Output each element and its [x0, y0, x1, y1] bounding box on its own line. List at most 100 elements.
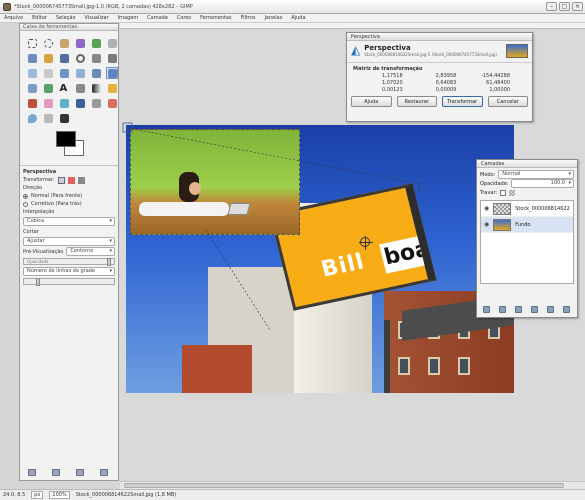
ellipse-select-tool-icon[interactable]: [42, 37, 54, 49]
move-tool-icon[interactable]: [106, 52, 118, 64]
bucket-fill-tool-icon[interactable]: [74, 82, 86, 94]
close-button[interactable]: ×: [572, 2, 583, 11]
toolbox-bottom-bar: [28, 469, 108, 476]
anchor-layer-icon[interactable]: [547, 306, 554, 313]
menu-arquivo[interactable]: Arquivo: [4, 15, 23, 21]
preview-select[interactable]: Contorno: [66, 247, 115, 256]
transform-button[interactable]: Transformar: [442, 96, 483, 107]
layer-thumbnail: [493, 202, 512, 215]
eye-icon[interactable]: ◉: [484, 205, 489, 212]
direction-normal-label: Normal (Para frente): [31, 193, 83, 199]
flip-tool-icon[interactable]: [26, 82, 38, 94]
cancel-button[interactable]: Cancelar: [487, 96, 528, 107]
minimize-button[interactable]: –: [546, 2, 557, 11]
foreground-color-swatch[interactable]: [56, 131, 76, 147]
cage-tool-icon[interactable]: [42, 82, 54, 94]
clipping-select[interactable]: Ajustar: [23, 237, 115, 246]
floating-layer-girl-laptop[interactable]: [130, 129, 300, 235]
delete-layer-icon[interactable]: [563, 306, 570, 313]
restore-options-icon[interactable]: [52, 469, 60, 476]
heal-tool-icon[interactable]: [106, 97, 118, 109]
zoom-select[interactable]: 100%: [49, 491, 70, 499]
rect-select-tool-icon[interactable]: [26, 37, 38, 49]
rotate-tool-icon[interactable]: [58, 67, 70, 79]
layer-opacity-input[interactable]: 100.0: [511, 178, 574, 188]
raise-layer-icon[interactable]: [499, 306, 506, 313]
transform-layer-icon[interactable]: [57, 176, 65, 184]
save-options-icon[interactable]: [28, 469, 36, 476]
text-tool-icon[interactable]: A: [58, 82, 70, 94]
transform-path-icon[interactable]: [77, 176, 85, 184]
menu-editar[interactable]: Editar: [32, 15, 47, 21]
direction-corrective-radio[interactable]: [23, 201, 28, 207]
scissors-tool-icon[interactable]: [106, 37, 118, 49]
image-canvas[interactable]: Bill board: [126, 125, 514, 393]
fuzzy-select-tool-icon[interactable]: [74, 37, 86, 49]
delete-options-icon[interactable]: [76, 469, 84, 476]
pencil-tool-icon[interactable]: [106, 82, 118, 94]
interpolation-label: Interpolação: [23, 209, 55, 215]
menu-janelas[interactable]: Janelas: [264, 15, 282, 21]
horizontal-scrollbar[interactable]: [120, 481, 585, 489]
layer-row[interactable]: ◉ Fundo: [481, 217, 573, 233]
crop-tool-icon[interactable]: [42, 67, 54, 79]
foreground-select-tool-icon[interactable]: [26, 52, 38, 64]
paths-tool-icon[interactable]: [42, 52, 54, 64]
scale-tool-icon[interactable]: [74, 67, 86, 79]
transform-selection-icon[interactable]: [67, 176, 75, 184]
dodge-burn-tool-icon[interactable]: [58, 112, 70, 124]
help-button[interactable]: Ajuda: [351, 96, 392, 107]
perspective-center-handle[interactable]: [359, 236, 373, 250]
align-tool-icon[interactable]: [26, 67, 38, 79]
smudge-tool-icon[interactable]: [42, 112, 54, 124]
blur-tool-icon[interactable]: [26, 112, 38, 124]
unit-select[interactable]: px: [31, 491, 44, 499]
menu-ajuda[interactable]: Ajuda: [291, 15, 305, 21]
duplicate-layer-icon[interactable]: [531, 306, 538, 313]
menu-imagem[interactable]: Imagem: [118, 15, 139, 21]
horizontal-ruler[interactable]: [120, 23, 585, 29]
mode-select[interactable]: Normal: [498, 169, 574, 179]
color-selector: [20, 127, 118, 165]
eye-icon[interactable]: ◉: [484, 221, 489, 228]
ink-tool-icon[interactable]: [74, 97, 86, 109]
maximize-button[interactable]: □: [559, 2, 570, 11]
lower-layer-icon[interactable]: [515, 306, 522, 313]
menu-filtros[interactable]: Filtros: [241, 15, 256, 21]
guides-select[interactable]: Número de linhas de grade: [23, 267, 115, 276]
direction-normal-radio[interactable]: [23, 193, 28, 199]
new-layer-icon[interactable]: [483, 306, 490, 313]
free-select-tool-icon[interactable]: [58, 37, 70, 49]
perspective-tool-icon[interactable]: [106, 67, 118, 79]
menu-cores[interactable]: Cores: [177, 15, 191, 21]
color-select-tool-icon[interactable]: [90, 37, 102, 49]
opacity-slider[interactable]: Opacidade: [23, 258, 115, 266]
menu-camada[interactable]: Camada: [147, 15, 168, 21]
measure-tool-icon[interactable]: [90, 52, 102, 64]
color-picker-tool-icon[interactable]: [58, 52, 70, 64]
eraser-tool-icon[interactable]: [42, 97, 54, 109]
zoom-tool-icon[interactable]: [74, 52, 86, 64]
menu-selecao[interactable]: Seleção: [56, 15, 76, 21]
lock-alpha-icon[interactable]: [509, 189, 516, 196]
perspective-dialog: Perspectiva ◭ Perspectiva Stock_00000681…: [346, 32, 533, 122]
menu-visualizar[interactable]: Visualizar: [85, 15, 109, 21]
perspective-icon: ◭: [351, 43, 361, 57]
layer-row[interactable]: ◉ Stock_000006814622: [481, 201, 573, 217]
paintbrush-tool-icon[interactable]: [26, 97, 38, 109]
layer-name: Fundo: [515, 221, 531, 228]
interpolation-select[interactable]: Cúbica: [23, 217, 115, 226]
menu-ferramentas[interactable]: Ferramentas: [200, 15, 232, 21]
layer-opacity-label: Opacidade:: [480, 180, 509, 187]
lock-pixels-checkbox[interactable]: [500, 189, 507, 196]
dialog-heading: Perspectiva: [364, 44, 411, 52]
transform-matrix: 1,17518 2,83958 -154,44288 1,07020 0,640…: [347, 73, 532, 93]
reset-options-icon[interactable]: [100, 469, 108, 476]
guides-count-slider[interactable]: [23, 278, 115, 286]
clone-tool-icon[interactable]: [90, 97, 102, 109]
blend-tool-icon[interactable]: [90, 82, 102, 94]
reset-button[interactable]: Restaurar: [396, 96, 437, 107]
shear-tool-icon[interactable]: [90, 67, 102, 79]
direction-label: Direção: [23, 185, 43, 191]
airbrush-tool-icon[interactable]: [58, 97, 70, 109]
